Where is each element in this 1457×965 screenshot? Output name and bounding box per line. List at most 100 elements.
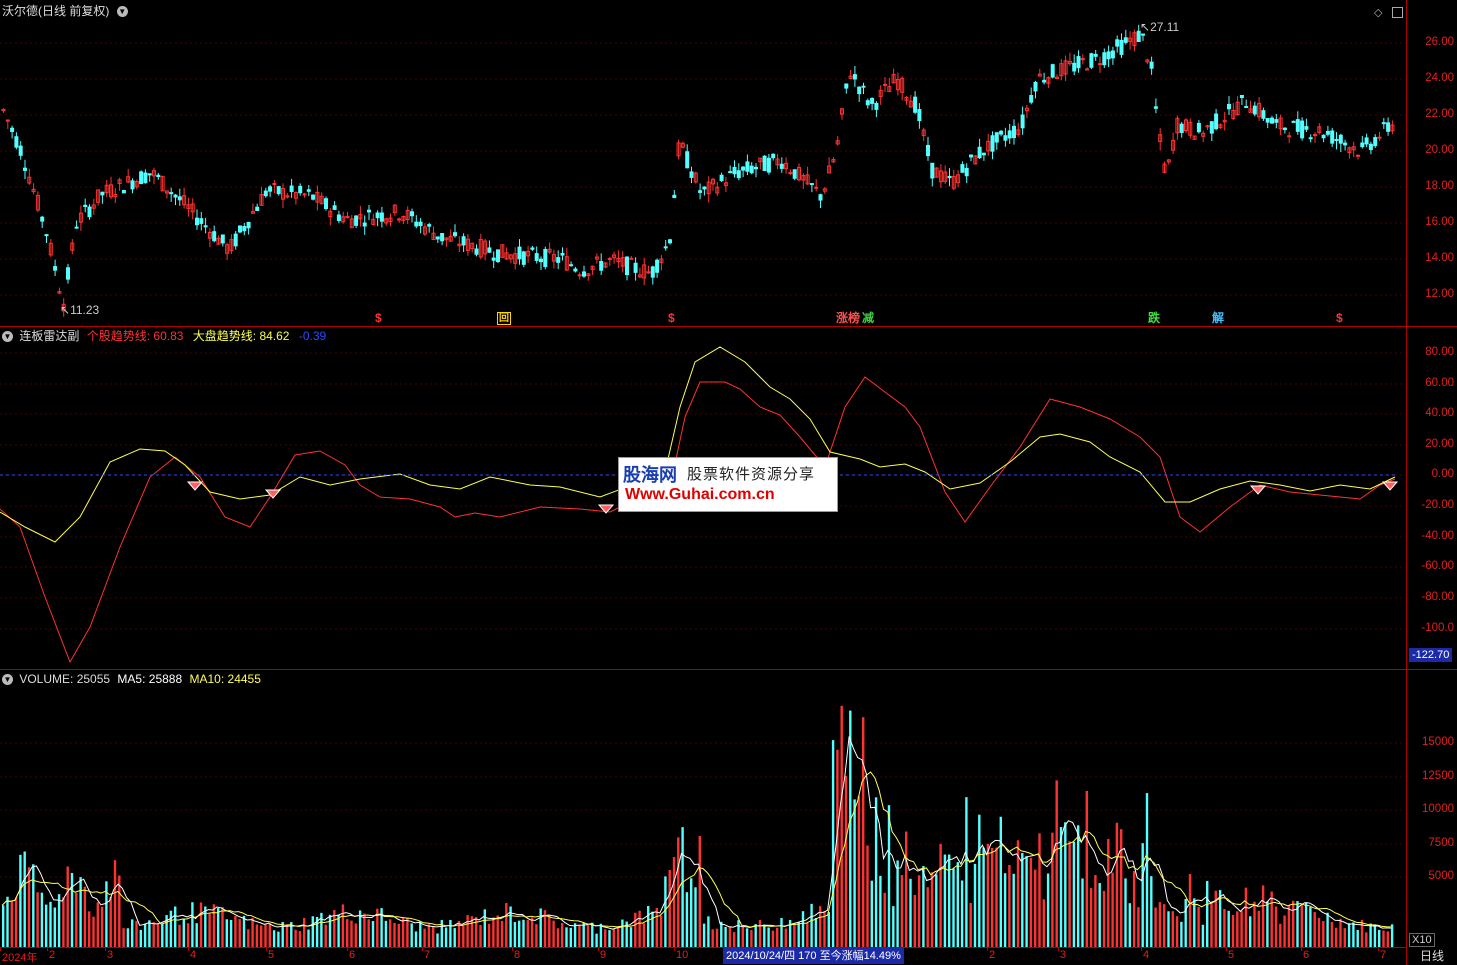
candle bbox=[410, 208, 414, 223]
volume-bar bbox=[466, 915, 469, 947]
volume-bar bbox=[1266, 901, 1269, 947]
volume-bar bbox=[917, 875, 921, 947]
signal-marker[interactable]: $ bbox=[668, 312, 675, 325]
signal-marker[interactable]: 解 bbox=[1212, 312, 1224, 325]
volume-bar bbox=[1145, 793, 1149, 947]
candle bbox=[1265, 118, 1270, 129]
candle bbox=[1063, 55, 1068, 81]
candle bbox=[620, 251, 625, 273]
volume-bar bbox=[208, 913, 211, 947]
candle bbox=[173, 194, 178, 206]
diamond-signal-icon[interactable] bbox=[264, 489, 282, 499]
signal-marker[interactable]: $ bbox=[375, 312, 382, 325]
volume-bar bbox=[303, 917, 306, 947]
candle bbox=[573, 266, 578, 273]
candle bbox=[1179, 121, 1184, 138]
candle bbox=[1149, 56, 1154, 75]
diamond-signal-icon[interactable] bbox=[186, 481, 204, 491]
volume-bar bbox=[1231, 914, 1235, 947]
dropdown-icon[interactable]: ▼ bbox=[2, 331, 13, 343]
price-panel[interactable]: 沃尔德(日线 前复权) ▼ ↖27.11 ↖11.23 ◇ $ 回 $ 涨榜减 跌 解 $ bbox=[0, 0, 1406, 326]
volume-bar bbox=[423, 928, 426, 947]
volume-bar bbox=[45, 904, 48, 947]
candle bbox=[1141, 33, 1145, 41]
candle bbox=[728, 165, 733, 174]
volume-bar bbox=[810, 903, 813, 947]
volume-bar bbox=[1115, 822, 1119, 947]
volume-label: VOLUME: bbox=[19, 672, 74, 686]
candle bbox=[199, 211, 204, 231]
signal-marker[interactable]: 涨榜 bbox=[836, 312, 860, 325]
candle bbox=[401, 215, 406, 225]
candle bbox=[560, 247, 565, 261]
price-tick: 22.00 bbox=[1425, 108, 1454, 120]
diamond-signal-icon[interactable] bbox=[1381, 481, 1399, 491]
volume-bar bbox=[827, 912, 830, 947]
candle bbox=[680, 141, 685, 149]
volume-bar bbox=[10, 901, 13, 947]
candle bbox=[53, 259, 58, 277]
candle bbox=[1231, 103, 1236, 121]
candle bbox=[302, 192, 307, 198]
volume-panel[interactable]: ▼ VOLUME: 25055 MA5: 25888 MA10: 24455 bbox=[0, 670, 1406, 947]
candle bbox=[1390, 120, 1395, 135]
candle bbox=[1209, 121, 1214, 142]
volume-bar bbox=[1283, 915, 1286, 947]
price-panel-title[interactable]: 沃尔德(日线 前复权) ▼ bbox=[2, 4, 131, 18]
candle bbox=[1106, 45, 1111, 68]
candlestick-chart[interactable] bbox=[0, 0, 1406, 326]
volume-bar bbox=[595, 933, 598, 947]
volume-bar bbox=[1141, 843, 1144, 947]
dropdown-icon[interactable]: ▼ bbox=[116, 6, 128, 18]
candle bbox=[517, 239, 522, 265]
volume-bar bbox=[444, 927, 448, 947]
volume-bar bbox=[255, 924, 259, 947]
signal-marker[interactable]: 回 bbox=[497, 312, 511, 325]
signal-marker[interactable]: 跌 bbox=[1148, 312, 1160, 325]
signal-marker[interactable]: $ bbox=[1336, 312, 1343, 325]
volume-bar bbox=[453, 928, 456, 947]
candle bbox=[367, 205, 371, 221]
candle bbox=[870, 97, 875, 111]
volume-bar bbox=[991, 847, 994, 947]
volume-bar bbox=[492, 917, 495, 947]
candle bbox=[1356, 154, 1360, 160]
volume-bar bbox=[1201, 924, 1205, 947]
settings-diamond-icon[interactable]: ◇ bbox=[1374, 6, 1382, 19]
candle bbox=[947, 168, 952, 187]
panel-square-icon[interactable] bbox=[1392, 7, 1403, 18]
volume-bar bbox=[1128, 903, 1131, 947]
indicator-tick: -100.0 bbox=[1421, 622, 1454, 634]
candle bbox=[31, 183, 36, 195]
candle bbox=[332, 200, 337, 210]
dropdown-icon[interactable]: ▼ bbox=[2, 674, 13, 686]
volume-bar bbox=[285, 924, 289, 947]
candle bbox=[375, 210, 380, 227]
volume-bar bbox=[526, 919, 529, 947]
candle bbox=[513, 247, 518, 270]
candle bbox=[1055, 74, 1059, 80]
volume-bar bbox=[109, 896, 112, 947]
volume-bar bbox=[720, 921, 723, 947]
volume-bar bbox=[763, 924, 766, 947]
candle bbox=[895, 72, 900, 96]
candle bbox=[126, 169, 131, 184]
volume-bar bbox=[1167, 911, 1170, 947]
volume-bar bbox=[1270, 891, 1273, 947]
period-label[interactable]: 日线 bbox=[1420, 948, 1444, 964]
volume-bar bbox=[960, 880, 964, 947]
volume-bar bbox=[505, 903, 508, 947]
candle bbox=[109, 176, 113, 200]
volume-bar bbox=[182, 919, 185, 947]
volume-bar bbox=[836, 749, 839, 947]
candle bbox=[1016, 122, 1021, 137]
signal-marker[interactable]: 减 bbox=[862, 312, 874, 325]
volume-bar bbox=[1223, 908, 1226, 947]
volume-bar bbox=[513, 922, 517, 947]
candle bbox=[1145, 58, 1150, 65]
volume-bar bbox=[552, 920, 555, 947]
volume-bar bbox=[397, 923, 400, 947]
candle bbox=[190, 198, 195, 220]
candle bbox=[379, 206, 384, 228]
volume-chart[interactable] bbox=[0, 670, 1406, 947]
